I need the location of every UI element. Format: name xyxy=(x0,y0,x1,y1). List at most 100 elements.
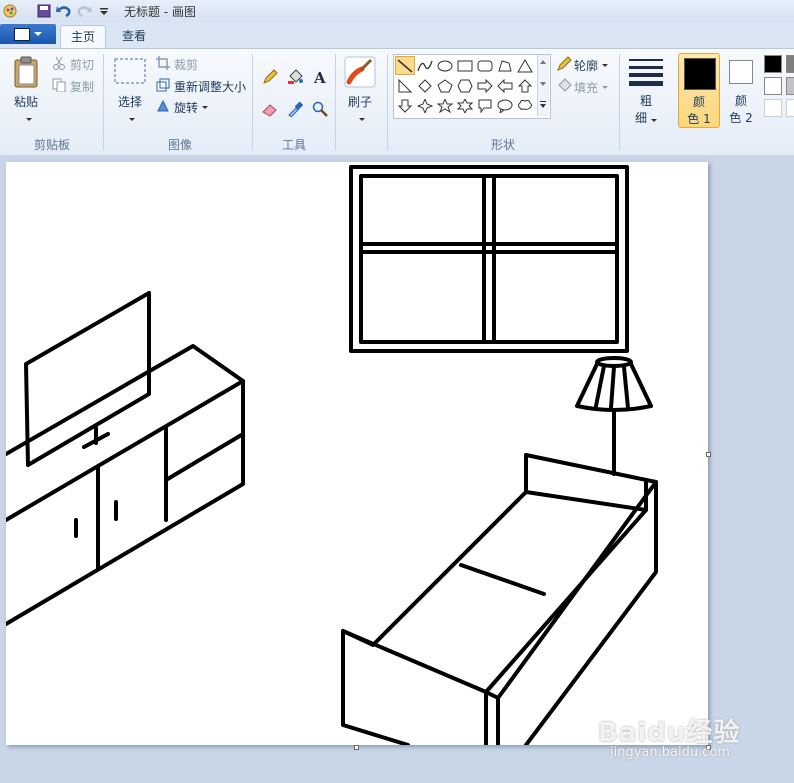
save-icon[interactable] xyxy=(36,3,52,19)
fill-button[interactable]: 填充 xyxy=(556,78,609,97)
select-dropdown-icon[interactable] xyxy=(125,110,135,124)
color2-swatch xyxy=(729,60,753,84)
paste-button[interactable] xyxy=(12,55,42,89)
palette-swatch-empty[interactable] xyxy=(786,99,794,117)
pencil-tool[interactable] xyxy=(259,66,281,88)
six-point-star-shape[interactable] xyxy=(455,96,475,115)
rotate-button[interactable]: 旋转 xyxy=(156,99,209,116)
customize-qat-icon[interactable] xyxy=(96,3,112,19)
color2-label-line2: 色 2 xyxy=(729,111,753,125)
window-title: 无标题 - 画图 xyxy=(124,5,196,19)
tab-view[interactable]: 查看 xyxy=(112,25,156,47)
undo-icon[interactable] xyxy=(56,3,72,19)
redo-icon[interactable] xyxy=(76,3,92,19)
rounded-rectangle-icon xyxy=(477,60,493,71)
six-point-star-icon xyxy=(457,98,473,113)
shapes-group-label: 形状 xyxy=(490,138,515,152)
line-shape[interactable] xyxy=(395,56,415,75)
pentagon-shape[interactable] xyxy=(435,76,455,95)
oval-shape[interactable] xyxy=(435,56,455,75)
copy-icon xyxy=(52,78,68,95)
crop-label: 裁剪 xyxy=(174,58,199,72)
fill-tool[interactable] xyxy=(284,66,306,88)
resize-button[interactable]: 重新调整大小 xyxy=(156,78,246,95)
eraser-icon xyxy=(262,104,277,117)
cut-button[interactable]: 剪切 xyxy=(52,56,94,73)
hexagon-icon xyxy=(457,79,473,92)
diamond-icon xyxy=(418,78,432,93)
pentagon-icon xyxy=(437,78,453,92)
fill-label: 填充 xyxy=(574,81,599,95)
hexagon-shape[interactable] xyxy=(455,76,475,95)
polygon-shape[interactable] xyxy=(495,56,515,75)
palette-swatch-light-gray[interactable] xyxy=(786,77,794,95)
tab-home[interactable]: 主页 xyxy=(60,25,106,48)
outline-button[interactable]: 轮廓 xyxy=(556,56,609,75)
right-arrow-shape[interactable] xyxy=(475,76,495,95)
resize-handle-bottom[interactable] xyxy=(354,745,359,750)
rounded-rectangle-shape[interactable] xyxy=(475,56,495,75)
left-arrow-shape[interactable] xyxy=(495,76,515,95)
five-point-star-icon xyxy=(437,98,453,113)
app-menu-button[interactable] xyxy=(0,24,56,44)
fill-bucket-icon xyxy=(556,78,574,97)
rotate-dropdown-icon xyxy=(202,106,209,109)
title-bar xyxy=(0,0,794,23)
rectangle-shape[interactable] xyxy=(455,56,475,75)
scroll-down-icon[interactable] xyxy=(540,82,546,86)
curve-shape[interactable] xyxy=(415,56,435,75)
palette-swatch-gray[interactable] xyxy=(786,55,794,73)
scroll-up-icon[interactable] xyxy=(540,60,546,64)
drawing-canvas[interactable] xyxy=(4,162,708,747)
watermark-brand: Baidu经验 xyxy=(598,718,741,748)
triangle-shape[interactable] xyxy=(515,56,535,75)
rounded-callout-shape[interactable] xyxy=(475,96,495,115)
palette-swatch-black[interactable] xyxy=(764,55,782,73)
down-arrow-shape[interactable] xyxy=(395,96,415,115)
gallery-expand-icon[interactable] xyxy=(540,101,546,109)
watermark-url: jingyan.baidu.com xyxy=(610,745,730,760)
oval-callout-shape[interactable] xyxy=(495,96,515,115)
brushes-dropdown-icon[interactable] xyxy=(355,110,365,124)
palette-swatch-empty[interactable] xyxy=(764,99,782,117)
rotate-label: 旋转 xyxy=(174,101,199,115)
resize-icon xyxy=(156,78,172,95)
color-picker-tool[interactable] xyxy=(284,98,306,120)
rotate-icon xyxy=(156,99,172,116)
color1-label-line2: 色 1 xyxy=(687,112,711,126)
cloud-callout-icon xyxy=(518,99,532,110)
eraser-tool[interactable] xyxy=(259,98,281,120)
color1-button[interactable]: 颜 色 1 xyxy=(678,53,720,128)
gallery-scrollbar[interactable] xyxy=(537,55,549,116)
paste-icon xyxy=(14,56,38,88)
four-point-star-shape[interactable] xyxy=(415,96,435,115)
paint-app-icon[interactable] xyxy=(2,3,18,19)
living-room-drawing xyxy=(4,165,658,747)
right-arrow-icon xyxy=(477,78,493,93)
brushes-button[interactable] xyxy=(344,56,376,88)
paste-dropdown-icon[interactable] xyxy=(22,110,32,124)
cloud-callout-shape[interactable] xyxy=(515,96,535,115)
text-tool[interactable]: A xyxy=(309,66,331,88)
crop-button[interactable]: 裁剪 xyxy=(156,56,198,73)
rectangle-icon xyxy=(457,60,473,71)
up-arrow-icon xyxy=(517,78,533,92)
five-point-star-shape[interactable] xyxy=(435,96,455,115)
brush-icon xyxy=(344,56,376,88)
right-triangle-shape[interactable] xyxy=(395,76,415,95)
up-arrow-shape[interactable] xyxy=(515,76,535,95)
palette-swatch-white[interactable] xyxy=(764,77,782,95)
select-button[interactable] xyxy=(114,58,146,84)
group-separator xyxy=(335,54,336,150)
down-arrow-icon xyxy=(397,99,413,113)
resize-handle-right[interactable] xyxy=(706,452,711,457)
diamond-shape[interactable] xyxy=(415,76,435,95)
magnifier-tool[interactable] xyxy=(309,98,331,120)
paste-label: 粘贴 xyxy=(13,95,38,109)
cut-label: 剪切 xyxy=(70,58,95,72)
size-button[interactable] xyxy=(629,58,663,86)
chevron-down-icon xyxy=(34,32,42,36)
group-separator xyxy=(619,54,620,150)
color2-button[interactable]: 颜 色 2 xyxy=(722,53,760,128)
copy-button[interactable]: 复制 xyxy=(52,78,94,95)
